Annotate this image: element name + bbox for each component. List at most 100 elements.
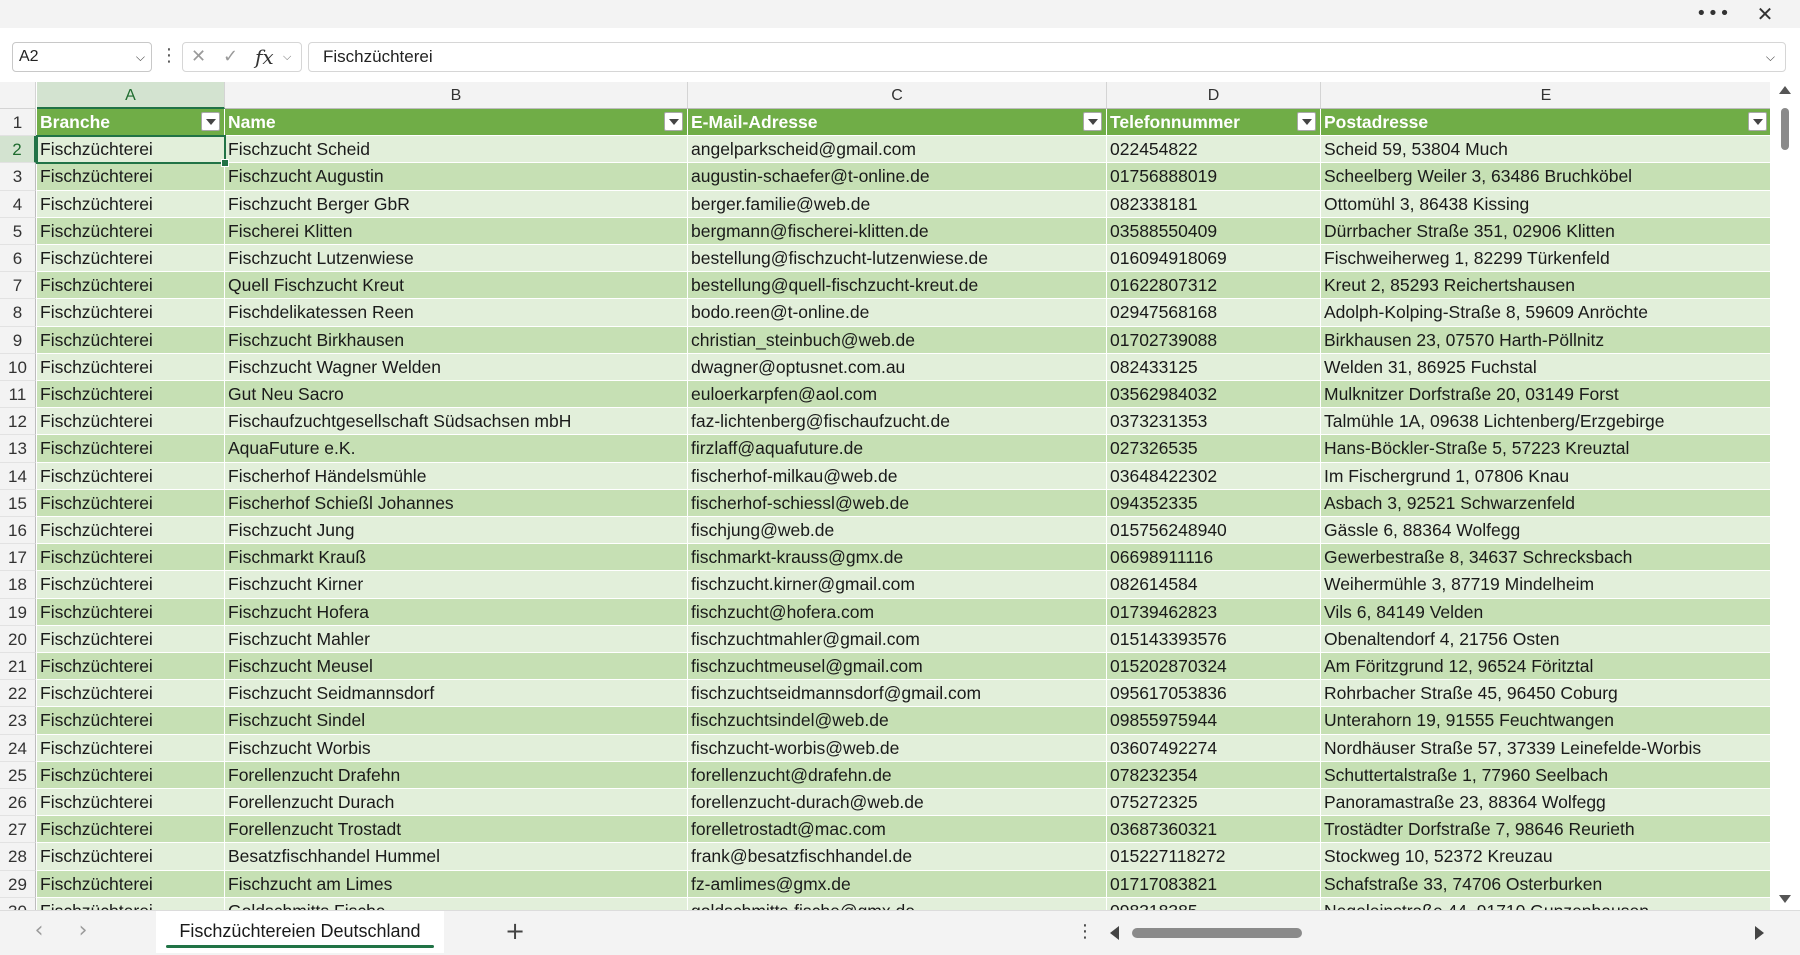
table-cell[interactable]: 015227118272 [1107, 843, 1321, 871]
vertical-scrollbar[interactable] [1774, 82, 1796, 910]
table-cell[interactable]: Ottomühl 3, 86438 Kissing [1321, 190, 1770, 218]
row-header[interactable]: 10 [0, 353, 36, 381]
row-header[interactable]: 13 [0, 435, 36, 463]
cancel-x-icon[interactable]: ✕ [191, 44, 206, 70]
table-cell[interactable]: fischzuchtseidmannsdorf@gmail.com [688, 680, 1107, 708]
table-cell[interactable]: Schafstraße 33, 74706 Osterburken [1321, 870, 1770, 898]
table-cell[interactable]: Fischzüchterei [37, 435, 225, 463]
table-cell[interactable]: Schuttertalstraße 1, 77960 Seelbach [1321, 761, 1770, 789]
column-header-e[interactable]: E [1321, 82, 1770, 109]
table-cell[interactable]: Am Föritzgrund 12, 96524 Föritztal [1321, 653, 1770, 681]
table-cell[interactable]: berger.familie@web.de [688, 190, 1107, 218]
table-cell[interactable]: Forellenzucht Trostadt [225, 816, 688, 844]
more-vertical-icon[interactable]: ⋮ [1076, 919, 1094, 947]
table-cell[interactable]: 015202870324 [1107, 653, 1321, 681]
table-cell[interactable]: 01739462823 [1107, 598, 1321, 626]
table-cell[interactable]: bodo.reen@t-online.de [688, 299, 1107, 327]
table-cell[interactable]: Quell Fischzucht Kreut [225, 272, 688, 300]
table-cell[interactable]: 016094918069 [1107, 245, 1321, 273]
table-cell[interactable]: Fischzüchterei [37, 408, 225, 436]
table-cell[interactable]: 094352335 [1107, 489, 1321, 517]
table-cell[interactable]: 09855975944 [1107, 707, 1321, 735]
scroll-left-arrow-icon[interactable] [1110, 926, 1119, 940]
table-cell[interactable]: Fischzucht Sindel [225, 707, 688, 735]
row-header[interactable]: 22 [0, 680, 36, 708]
table-header-cell[interactable]: E-Mail-Adresse [688, 109, 1107, 137]
column-header-b[interactable]: B [225, 82, 688, 109]
row-header[interactable]: 8 [0, 299, 36, 327]
row-header[interactable]: 29 [0, 870, 36, 898]
table-cell[interactable]: Birkhausen 23, 07570 Harth-Pöllnitz [1321, 326, 1770, 354]
table-cell[interactable]: Forellenzucht Durach [225, 789, 688, 817]
table-cell[interactable]: Fischerhof Schießl Johannes [225, 489, 688, 517]
table-cell[interactable]: Fischzucht Birkhausen [225, 326, 688, 354]
table-cell[interactable]: faz-lichtenberg@fischaufzucht.de [688, 408, 1107, 436]
table-cell[interactable]: fz-amlimes@gmx.de [688, 870, 1107, 898]
row-header[interactable]: 20 [0, 625, 36, 653]
table-cell[interactable]: Weihermühle 3, 87719 Mindelheim [1321, 571, 1770, 599]
chevron-down-icon[interactable]: ⌵ [283, 44, 291, 70]
table-cell[interactable]: Fischzucht am Limes [225, 870, 688, 898]
table-cell[interactable]: 01622807312 [1107, 272, 1321, 300]
table-cell[interactable]: fischjung@web.de [688, 517, 1107, 545]
row-header[interactable]: 16 [0, 517, 36, 545]
more-options-icon[interactable]: ••• [1696, 2, 1730, 26]
table-header-cell[interactable]: Telefonnummer [1107, 109, 1321, 137]
table-cell[interactable]: Scheelberg Weiler 3, 63486 Bruchköbel [1321, 163, 1770, 191]
table-cell[interactable]: Trostädter Dorfstraße 7, 98646 Reurieth [1321, 816, 1770, 844]
table-cell[interactable]: firzlaff@aquafuture.de [688, 435, 1107, 463]
table-cell[interactable]: forellenzucht-durach@web.de [688, 789, 1107, 817]
table-cell[interactable]: 022454822 [1107, 136, 1321, 164]
table-cell[interactable]: Fischerei Klitten [225, 217, 688, 245]
table-cell[interactable]: Fischzucht Meusel [225, 653, 688, 681]
table-cell[interactable]: goldschmitts-fische@gmx.de [688, 897, 1107, 910]
table-cell[interactable]: Negeleinstraße 44, 91710 Gunzenhausen [1321, 897, 1770, 910]
row-header[interactable]: 25 [0, 761, 36, 789]
table-cell[interactable]: Fischzüchterei [37, 544, 225, 572]
table-cell[interactable]: euloerkarpfen@aol.com [688, 381, 1107, 409]
table-cell[interactable]: Fischzüchterei [37, 517, 225, 545]
row-header[interactable]: 28 [0, 843, 36, 871]
table-cell[interactable]: Fischzucht Berger GbR [225, 190, 688, 218]
table-cell[interactable]: Forellenzucht Drafehn [225, 761, 688, 789]
row-header[interactable]: 9 [0, 326, 36, 354]
scroll-right-arrow-icon[interactable] [1755, 926, 1764, 940]
row-header[interactable]: 24 [0, 734, 36, 762]
table-cell[interactable]: Fischzüchterei [37, 789, 225, 817]
table-cell[interactable]: 078232354 [1107, 761, 1321, 789]
table-cell[interactable]: bergmann@fischerei-klitten.de [688, 217, 1107, 245]
row-header[interactable]: 14 [0, 462, 36, 490]
row-header[interactable]: 21 [0, 653, 36, 681]
table-cell[interactable]: Dürrbacher Straße 351, 02906 Klitten [1321, 217, 1770, 245]
row-header[interactable]: 11 [0, 381, 36, 409]
table-cell[interactable]: Fischzüchterei [37, 816, 225, 844]
row-header[interactable]: 4 [0, 190, 36, 218]
table-cell[interactable]: Asbach 3, 92521 Schwarzenfeld [1321, 489, 1770, 517]
close-icon[interactable]: ✕ [1750, 2, 1780, 26]
table-cell[interactable]: 098318385 [1107, 897, 1321, 910]
table-cell[interactable]: Obenaltendorf 4, 21756 Osten [1321, 625, 1770, 653]
table-cell[interactable]: Unterahorn 19, 91555 Feuchtwangen [1321, 707, 1770, 735]
row-header[interactable]: 27 [0, 816, 36, 844]
table-cell[interactable]: frank@besatzfischhandel.de [688, 843, 1107, 871]
formula-input[interactable]: Fischzüchterei ⌵ [308, 42, 1786, 72]
table-cell[interactable]: Vils 6, 84149 Velden [1321, 598, 1770, 626]
table-cell[interactable]: Fischweiherweg 1, 82299 Türkenfeld [1321, 245, 1770, 273]
row-header[interactable]: 23 [0, 707, 36, 735]
table-cell[interactable]: Fischzüchterei [37, 462, 225, 490]
filter-dropdown-icon[interactable] [1083, 112, 1102, 131]
table-cell[interactable]: fischzuchtsindel@web.de [688, 707, 1107, 735]
table-cell[interactable]: Fischzüchterei [37, 897, 225, 910]
table-cell[interactable]: Fischzüchterei [37, 843, 225, 871]
table-cell[interactable]: 01756888019 [1107, 163, 1321, 191]
row-header[interactable]: 17 [0, 544, 36, 572]
plus-icon[interactable]: + [500, 917, 530, 947]
table-cell[interactable]: Fischzüchterei [37, 245, 225, 273]
table-cell[interactable]: Im Fischergrund 1, 07806 Knau [1321, 462, 1770, 490]
table-cell[interactable]: fischerhof-milkau@web.de [688, 462, 1107, 490]
table-cell[interactable]: Fischzüchterei [37, 299, 225, 327]
chevron-right-icon[interactable]: › [70, 919, 96, 945]
table-cell[interactable]: Fischzucht Hofera [225, 598, 688, 626]
row-header[interactable]: 18 [0, 571, 36, 599]
filter-dropdown-icon[interactable] [201, 112, 220, 131]
